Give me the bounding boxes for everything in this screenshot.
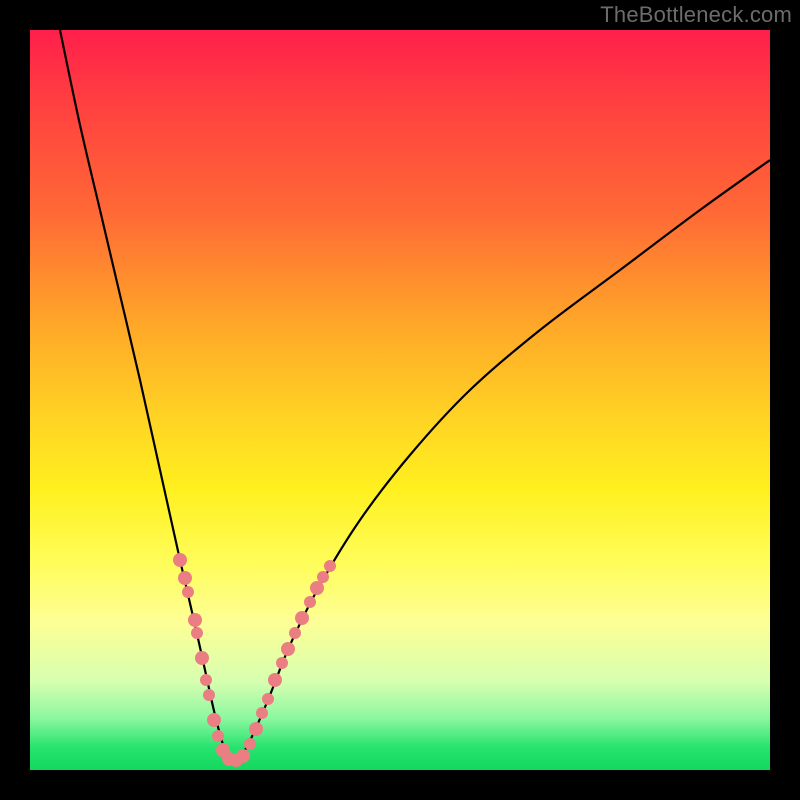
highlight-dot: [203, 689, 215, 701]
watermark-text: TheBottleneck.com: [600, 2, 792, 28]
highlight-dot: [236, 749, 250, 763]
highlight-dot: [317, 571, 329, 583]
highlight-dot: [268, 673, 282, 687]
plot-area: [30, 30, 770, 770]
highlight-dot: [178, 571, 192, 585]
highlight-dot: [324, 560, 336, 572]
highlight-dot: [200, 674, 212, 686]
highlight-dot: [249, 722, 263, 736]
highlight-dot: [310, 581, 324, 595]
curve-line: [60, 30, 770, 760]
highlight-dot: [281, 642, 295, 656]
highlight-dot: [188, 613, 202, 627]
highlight-dot: [191, 627, 203, 639]
highlight-dot: [173, 553, 187, 567]
highlight-dot: [207, 713, 221, 727]
highlight-dot: [289, 627, 301, 639]
highlight-dot: [256, 707, 268, 719]
highlight-dot: [212, 730, 224, 742]
bottleneck-curve: [60, 30, 770, 760]
highlight-dot: [262, 693, 274, 705]
highlight-dot: [182, 586, 194, 598]
highlight-dot: [244, 738, 256, 750]
highlight-dot: [304, 596, 316, 608]
highlight-dot: [195, 651, 209, 665]
highlight-dots: [173, 553, 336, 767]
chart-frame: TheBottleneck.com: [0, 0, 800, 800]
chart-svg: [30, 30, 770, 770]
highlight-dot: [295, 611, 309, 625]
highlight-dot: [276, 657, 288, 669]
